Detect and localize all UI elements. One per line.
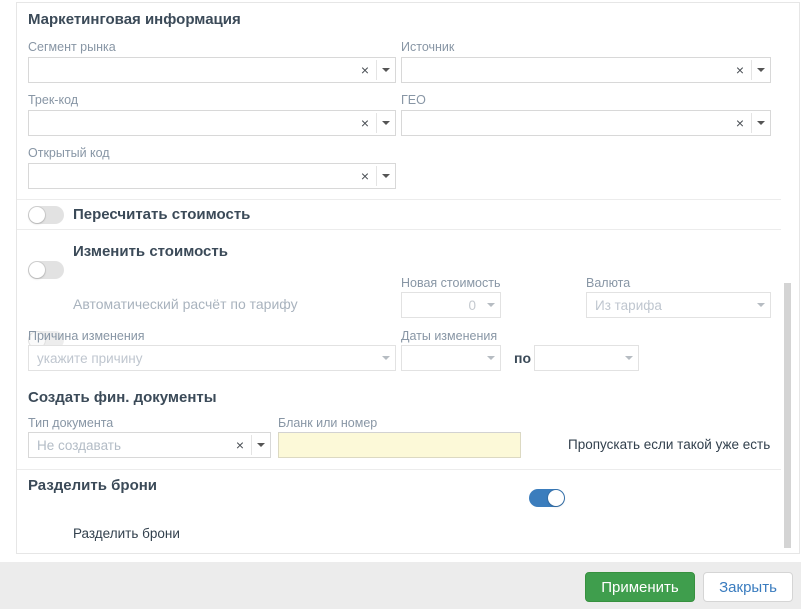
chevron-down-icon[interactable]: [252, 433, 270, 457]
market-segment-combo[interactable]: ×: [28, 57, 396, 83]
chevron-down-icon: [752, 293, 770, 317]
currency-value: Из тарифа: [595, 297, 662, 313]
blank-number-input[interactable]: [278, 432, 521, 458]
bulk-edit-dialog: Маркетинговая информация Сегмент рынка ×…: [0, 0, 809, 609]
auto-calc-label: Автоматический расчёт по тарифу: [73, 296, 298, 312]
track-code-value[interactable]: [29, 111, 354, 135]
new-cost-spinner: 0: [401, 292, 501, 318]
dialog-footer: Применить Закрыть: [0, 562, 801, 609]
date-from-select: [401, 345, 501, 371]
reason-select: укажите причину: [28, 345, 396, 371]
track-code-label: Трек-код: [28, 93, 79, 107]
new-cost-label: Новая стоимость: [401, 276, 501, 290]
change-cost-toggle[interactable]: [28, 261, 64, 279]
geo-label: ГЕО: [401, 93, 426, 107]
clear-icon[interactable]: ×: [729, 58, 751, 82]
currency-select: Из тарифа: [586, 292, 771, 318]
source-label: Источник: [401, 40, 455, 54]
date-from-value: [402, 346, 482, 370]
skip-existing-label: Пропускать если такой уже есть: [568, 437, 771, 452]
market-segment-label: Сегмент рынка: [28, 40, 116, 54]
open-code-label: Открытый код: [28, 146, 110, 160]
split-toggle-label: Разделить брони: [73, 526, 180, 541]
clear-icon[interactable]: ×: [229, 433, 251, 457]
close-button[interactable]: Закрыть: [703, 572, 793, 602]
track-code-combo[interactable]: ×: [28, 110, 396, 136]
date-to-select: [534, 345, 639, 371]
chevron-down-icon[interactable]: [377, 164, 395, 188]
chevron-down-icon[interactable]: [377, 111, 395, 135]
open-code-combo[interactable]: ×: [28, 163, 396, 189]
divider: [17, 199, 781, 200]
clear-icon[interactable]: ×: [354, 164, 376, 188]
dates-to-label: по: [514, 350, 532, 366]
chevron-down-icon: [620, 346, 638, 370]
divider: [17, 469, 781, 470]
currency-label: Валюта: [586, 276, 631, 290]
blank-number-label: Бланк или номер: [278, 416, 378, 430]
split-section-title: Разделить брони: [28, 477, 158, 494]
doc-type-value[interactable]: Не создавать: [29, 433, 229, 457]
doc-type-label: Тип документа: [28, 416, 114, 430]
open-code-value[interactable]: [29, 164, 354, 188]
date-to-value: [535, 346, 620, 370]
change-cost-label: Изменить стоимость: [73, 243, 228, 260]
reason-label: Причина изменения: [28, 329, 145, 343]
fin-docs-section-title: Создать фин. документы: [28, 389, 217, 406]
marketing-section-title: Маркетинговая информация: [28, 11, 241, 28]
form-scroll-area: Маркетинговая информация Сегмент рынка ×…: [16, 2, 800, 609]
new-cost-value: 0: [468, 297, 476, 313]
divider: [17, 229, 781, 230]
dates-label: Даты изменения: [401, 329, 498, 343]
recalc-cost-label: Пересчитать стоимость: [73, 206, 251, 223]
clear-icon[interactable]: ×: [354, 111, 376, 135]
chevron-down-icon: [482, 346, 500, 370]
recalc-cost-toggle[interactable]: [28, 206, 64, 224]
source-combo[interactable]: ×: [401, 57, 771, 83]
doc-type-combo[interactable]: Не создавать ×: [28, 432, 271, 458]
apply-button[interactable]: Применить: [585, 572, 695, 602]
geo-value[interactable]: [402, 111, 729, 135]
source-value[interactable]: [402, 58, 729, 82]
chevron-down-icon[interactable]: [752, 111, 770, 135]
scrollbar-thumb[interactable]: [784, 283, 791, 548]
clear-icon[interactable]: ×: [729, 111, 751, 135]
geo-combo[interactable]: ×: [401, 110, 771, 136]
reason-placeholder: укажите причину: [37, 350, 143, 366]
market-segment-value[interactable]: [29, 58, 354, 82]
chevron-down-icon: [377, 346, 395, 370]
chevron-down-icon[interactable]: [752, 58, 770, 82]
chevron-down-icon[interactable]: [377, 58, 395, 82]
skip-existing-toggle[interactable]: [529, 489, 565, 507]
clear-icon[interactable]: ×: [354, 58, 376, 82]
chevron-down-icon: [482, 293, 500, 317]
